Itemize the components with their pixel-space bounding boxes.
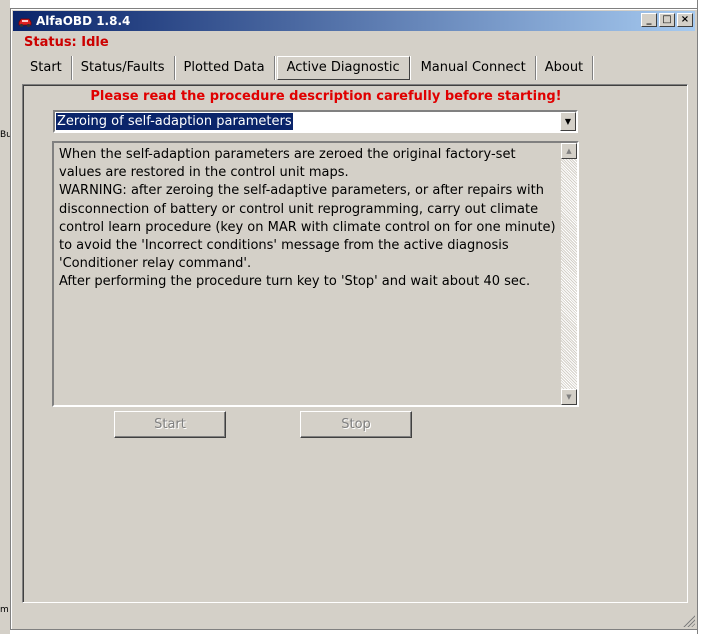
arrow-down-icon: ▼ xyxy=(566,393,572,401)
background-text-fragment: m xyxy=(0,605,9,615)
procedure-warning: Please read the procedure description ca… xyxy=(90,89,562,104)
start-button[interactable]: Start xyxy=(114,411,226,438)
minimize-icon: _ xyxy=(646,14,652,25)
scroll-up-button[interactable]: ▲ xyxy=(561,143,577,159)
tab-manual-connect[interactable]: Manual Connect xyxy=(412,56,536,80)
dropdown-arrow-button[interactable]: ▼ xyxy=(560,112,576,131)
minimize-button[interactable]: _ xyxy=(641,13,657,27)
maximize-icon: □ xyxy=(662,14,672,25)
procedure-select[interactable]: Zeroing of self-adaption parameters ▼ xyxy=(53,110,578,133)
close-button[interactable]: × xyxy=(677,13,693,27)
arrow-up-icon: ▲ xyxy=(566,147,572,155)
active-diagnostic-panel: Please read the procedure description ca… xyxy=(22,84,688,603)
procedure-description-text: When the self-adaption parameters are ze… xyxy=(59,147,556,290)
stop-button[interactable]: Stop xyxy=(300,411,412,438)
resize-grip-icon[interactable] xyxy=(682,614,695,627)
chevron-down-icon: ▼ xyxy=(564,117,572,126)
tab-status-faults[interactable]: Status/Faults xyxy=(72,56,175,80)
title-bar[interactable]: AlfaOBD 1.8.4 _ □ × xyxy=(13,11,695,31)
window-title: AlfaOBD 1.8.4 xyxy=(36,14,131,28)
tab-strip: Start Status/Faults Plotted Data Active … xyxy=(21,54,594,80)
procedure-description-box[interactable]: When the self-adaption parameters are ze… xyxy=(52,141,579,407)
procedure-select-value: Zeroing of self-adaption parameters xyxy=(56,113,293,130)
tab-active-diagnostic[interactable]: Active Diagnostic xyxy=(276,56,410,80)
tab-about[interactable]: About xyxy=(536,56,594,80)
tab-start[interactable]: Start xyxy=(21,56,72,80)
close-icon: × xyxy=(680,14,690,25)
car-icon xyxy=(18,18,32,28)
scroll-down-button[interactable]: ▼ xyxy=(561,389,577,405)
maximize-button[interactable]: □ xyxy=(659,13,675,27)
status-label: Status: Idle xyxy=(24,35,109,50)
vertical-scrollbar[interactable]: ▲ ▼ xyxy=(561,143,577,405)
desktop-background-right xyxy=(697,0,706,634)
tab-plotted-data[interactable]: Plotted Data xyxy=(175,56,275,80)
app-window: AlfaOBD 1.8.4 _ □ × Status: Idle Start S… xyxy=(10,8,698,630)
desktop-background-left xyxy=(0,0,10,634)
